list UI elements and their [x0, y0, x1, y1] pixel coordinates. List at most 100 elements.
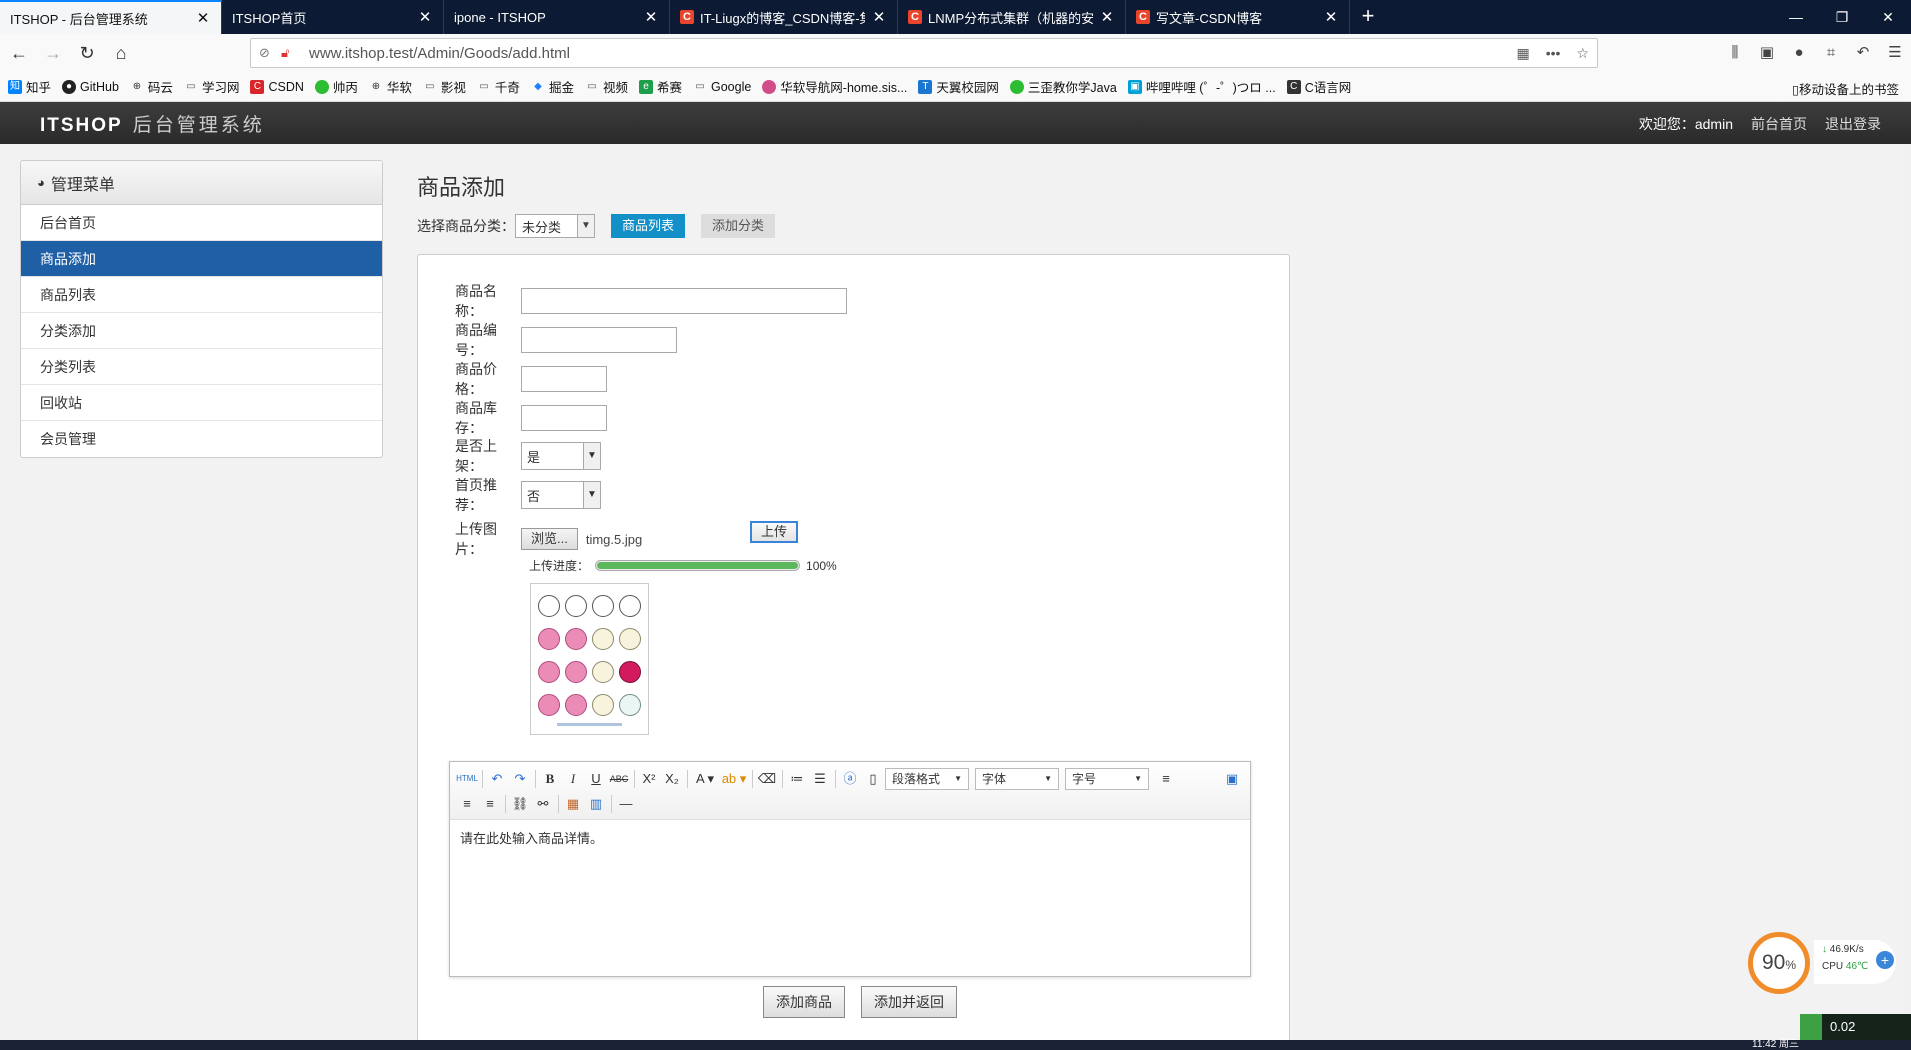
code-block-icon[interactable]: ⓐ — [839, 768, 861, 790]
browser-tab[interactable]: C LNMP分布式集群（机器的安 ✕ — [898, 0, 1126, 34]
menu-icon[interactable]: ☰ — [1879, 38, 1911, 68]
subscript-icon[interactable]: X₂ — [661, 768, 683, 790]
back-icon[interactable]: ← — [4, 38, 34, 68]
blank-page-icon[interactable]: ▯ — [862, 768, 884, 790]
editor-content[interactable]: 请在此处输入商品详情。 — [450, 820, 1250, 855]
align-right-icon[interactable]: ≡ — [479, 793, 501, 815]
forward-icon[interactable]: → — [38, 38, 68, 68]
browse-button[interactable]: 浏览... — [521, 528, 578, 550]
sidebar-item-add-category[interactable]: 分类添加 — [21, 313, 382, 349]
goods-stock-input[interactable] — [521, 405, 607, 431]
sidebar-toggle-icon[interactable]: ▣ — [1751, 38, 1783, 68]
close-icon[interactable]: ✕ — [871, 8, 887, 26]
bookmark[interactable]: ▭ 视频 — [585, 77, 628, 96]
italic-icon[interactable]: I — [562, 768, 584, 790]
sidebar-item-members[interactable]: 会员管理 — [21, 421, 382, 457]
add-and-return-button[interactable]: 添加并返回 — [861, 986, 957, 1018]
upload-button[interactable]: 上传 — [750, 521, 798, 543]
screenshot-icon[interactable]: ⌗ — [1815, 38, 1847, 68]
home-link[interactable]: 前台首页 — [1751, 114, 1807, 134]
sidebar-item-recycle-bin[interactable]: 回收站 — [21, 385, 382, 421]
bookmark[interactable]: ▭ 影视 — [423, 77, 466, 96]
goods-list-button[interactable]: 商品列表 — [611, 214, 686, 238]
image-icon[interactable]: ▦ — [562, 793, 584, 815]
bookmark[interactable]: C C语言网 — [1286, 77, 1351, 96]
close-icon[interactable]: ✕ — [1323, 8, 1339, 26]
page-actions-icon[interactable]: ••• — [1546, 45, 1561, 62]
insecure-lock-icon[interactable]: 🔓︎ — [281, 45, 303, 61]
qr-code-icon[interactable]: ▦ — [1516, 45, 1529, 62]
bookmark[interactable]: ◆ 掘金 — [531, 77, 574, 96]
goods-name-input[interactable] — [521, 288, 847, 314]
eraser-icon[interactable]: ⌫ — [756, 768, 778, 790]
goods-price-input[interactable] — [521, 366, 607, 392]
bookmark[interactable]: e 希赛 — [638, 77, 682, 96]
fullscreen-icon[interactable]: ▣ — [1221, 768, 1243, 790]
bookmark[interactable]: ⊕ 码云 — [130, 77, 173, 96]
bookmark[interactable]: ⊕ 华软 — [369, 77, 412, 96]
category-select[interactable]: 未分类 ▼ — [515, 214, 595, 238]
bookmark[interactable]: ▣ 哔哩哔哩 (゜-゜)つロ ... — [1127, 77, 1276, 96]
close-window-icon[interactable]: ✕ — [1865, 0, 1911, 34]
plus-icon[interactable]: + — [1876, 951, 1894, 969]
sidebar-item-dashboard[interactable]: 后台首页 — [21, 205, 382, 241]
bookmark[interactable]: 知知乎 — [8, 77, 51, 96]
restore-icon[interactable]: ❐ — [1819, 0, 1865, 34]
browser-tab[interactable]: ITSHOP - 后台管理系统 ✕ — [0, 0, 222, 34]
scrollbar[interactable] — [1903, 144, 1911, 1040]
address-bar[interactable]: ⊘ 🔓︎ www.itshop.test/Admin/Goods/add.htm… — [250, 38, 1598, 68]
bookmark[interactable]: 华软导航网-home.sis... — [762, 77, 907, 96]
font-color-icon[interactable]: A ▾ — [691, 768, 719, 790]
underline-icon[interactable]: U — [585, 768, 607, 790]
unlink-icon[interactable]: ⚯ — [532, 793, 554, 815]
bookmark-star-icon[interactable]: ☆ — [1576, 45, 1589, 62]
home-icon[interactable]: ⌂ — [106, 38, 136, 68]
unordered-list-icon[interactable]: ☰ — [809, 768, 831, 790]
library-icon[interactable]: ⫼ — [1719, 38, 1751, 68]
sidebar-item-goods-list[interactable]: 商品列表 — [21, 277, 382, 313]
system-monitor-widget[interactable]: 90% ↓ 46.9K/s CPU 46℃ + — [1748, 932, 1896, 994]
highlight-color-icon[interactable]: ab ▾ — [720, 768, 748, 790]
close-icon[interactable]: ✕ — [195, 9, 211, 27]
redo-icon[interactable]: ↷ — [509, 768, 531, 790]
minimize-icon[interactable]: — — [1773, 0, 1819, 34]
tracking-protection-icon[interactable]: ⊘ — [259, 45, 281, 61]
reload-icon[interactable]: ↻ — [72, 38, 102, 68]
onsale-select[interactable]: 是 ▼ — [521, 442, 601, 470]
bookmark[interactable]: ● GitHub — [62, 79, 119, 94]
browser-tab[interactable]: ITSHOP首页 ✕ — [222, 0, 444, 34]
add-category-button[interactable]: 添加分类 — [701, 214, 776, 238]
bookmark[interactable]: ▭ 千奇 — [477, 77, 520, 96]
font-family-select[interactable]: 字体 ▼ — [975, 767, 1059, 790]
logout-link[interactable]: 退出登录 — [1825, 114, 1881, 134]
bookmark[interactable]: 帅丙 — [314, 77, 358, 96]
bookmark[interactable]: 三歪教你学Java — [1009, 77, 1117, 96]
strikethrough-icon[interactable]: ABC — [608, 768, 630, 790]
close-icon[interactable]: ✕ — [1099, 8, 1115, 26]
undo-icon[interactable]: ↶ — [486, 768, 508, 790]
browser-tab[interactable]: C 写文章-CSDN博客 ✕ — [1126, 0, 1350, 34]
bookmark[interactable]: T 天翼校园网 — [918, 77, 999, 96]
recommend-select[interactable]: 否 ▼ — [521, 481, 601, 509]
mobile-bookmarks[interactable]: ▯移动设备上的书签 — [1792, 79, 1899, 98]
account-icon[interactable]: ● — [1783, 38, 1815, 68]
ordered-list-icon[interactable]: ≔ — [786, 768, 808, 790]
add-goods-button[interactable]: 添加商品 — [763, 986, 845, 1018]
close-icon[interactable]: ✕ — [643, 8, 659, 26]
bookmark[interactable]: ▭ Google — [693, 80, 751, 94]
sidebar-item-add-goods[interactable]: 商品添加 — [21, 241, 382, 277]
horizontal-rule-icon[interactable]: — — [615, 793, 637, 815]
undo-close-icon[interactable]: ↶ — [1847, 38, 1879, 68]
url-text[interactable]: www.itshop.test/Admin/Goods/add.html — [309, 45, 1516, 62]
goods-code-input[interactable] — [521, 327, 677, 353]
bookmark[interactable]: C CSDN — [250, 79, 304, 94]
paragraph-format-select[interactable]: 段落格式 ▼ — [885, 767, 969, 790]
bookmark[interactable]: ▭ 学习网 — [184, 77, 239, 96]
align-left-icon[interactable]: ≡ — [1155, 768, 1177, 790]
html-source-icon[interactable]: HTML — [456, 768, 478, 790]
new-tab-icon[interactable]: + — [1350, 0, 1386, 34]
close-icon[interactable]: ✕ — [417, 8, 433, 26]
font-size-select[interactable]: 字号 ▼ — [1065, 767, 1149, 790]
sidebar-item-category-list[interactable]: 分类列表 — [21, 349, 382, 385]
bold-icon[interactable]: B — [539, 768, 561, 790]
